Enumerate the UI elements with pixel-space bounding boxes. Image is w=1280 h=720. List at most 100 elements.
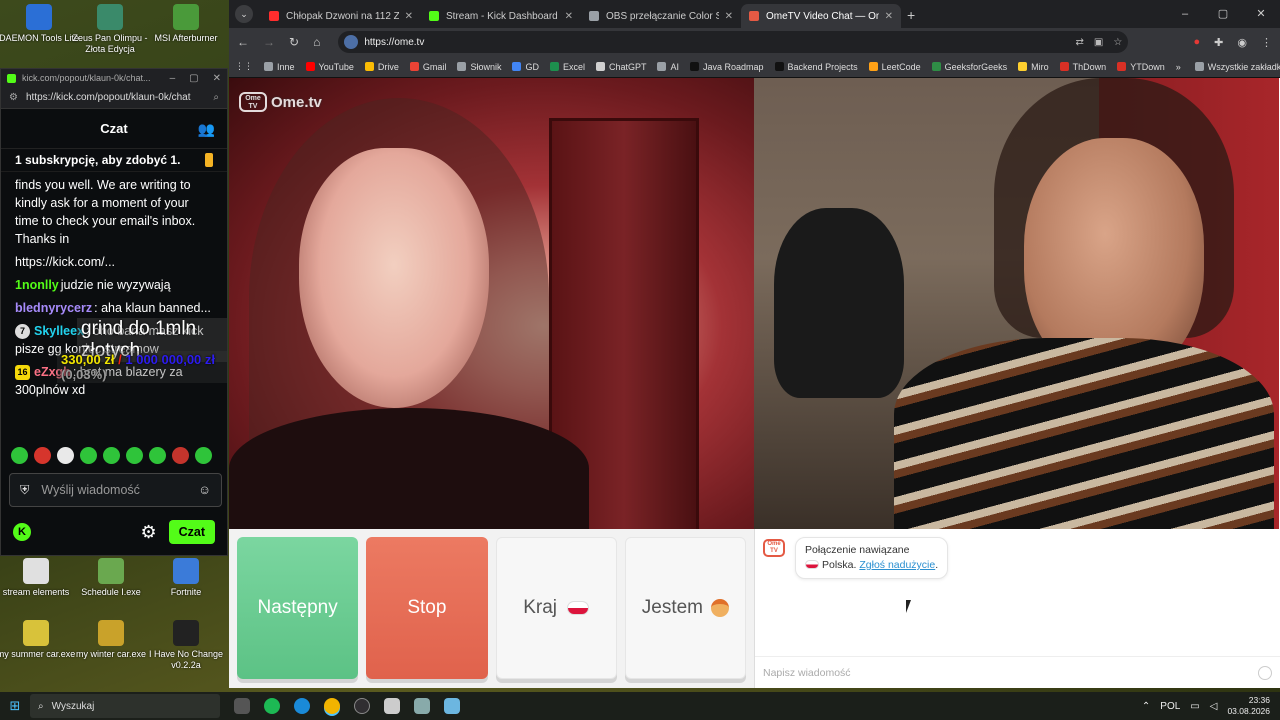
chrome-icon[interactable] [324, 698, 340, 714]
shield-icon[interactable]: ⛨ [20, 483, 29, 498]
minimize-icon[interactable]: – [170, 73, 176, 84]
taskbar-search[interactable]: ⌕ Wyszukaj [30, 694, 220, 718]
bookmark-item[interactable]: ThDown [1059, 62, 1106, 72]
kick-window-titlebar[interactable]: kick.com/popout/klaun-0k/chat... – ▢ ✕ [1, 69, 227, 87]
bookmark-item[interactable]: AI [657, 62, 679, 72]
desktop-icon[interactable]: my winter car.exe [71, 620, 151, 660]
emoji-icon[interactable]: ☺ [198, 483, 211, 497]
tray-chevron-icon[interactable]: ⌃ [1142, 701, 1150, 712]
clock[interactable]: 23:36 03.08.2026 [1227, 695, 1270, 717]
cast-icon[interactable]: ▣ [1094, 37, 1103, 48]
emote-icon[interactable] [80, 447, 97, 464]
emote-icon[interactable] [34, 447, 51, 464]
send-chat-button[interactable]: Czat [168, 520, 215, 544]
forward-icon[interactable]: → [263, 35, 275, 49]
emote-icon[interactable] [11, 447, 28, 464]
emote-icon[interactable] [57, 447, 74, 464]
emote-icon[interactable] [126, 447, 143, 464]
edge-icon[interactable] [294, 698, 310, 714]
bookmark-item[interactable]: Drive [364, 62, 399, 72]
close-icon[interactable]: ✕ [1242, 0, 1280, 28]
zoom-icon[interactable]: ⌕ [213, 92, 219, 103]
emote-icon[interactable] [172, 447, 189, 464]
browser-tab[interactable]: Stream - Kick Dashboard ✕ [421, 4, 581, 28]
desktop-icon[interactable]: I Have No Change v0.2.2a [146, 620, 226, 671]
bookmark-item[interactable]: GD [512, 62, 539, 72]
profile-avatar-icon[interactable]: ◉ [1237, 36, 1247, 49]
bookmark-item[interactable]: Gmail [409, 62, 446, 72]
emote-icon[interactable] [195, 447, 212, 464]
bookmark-item[interactable]: Miro [1018, 62, 1049, 72]
spotify-icon[interactable] [264, 698, 280, 714]
minimize-icon[interactable]: – [1166, 0, 1204, 28]
home-icon[interactable]: ⌂ [313, 35, 320, 49]
translate-icon[interactable]: ⇄ [1076, 37, 1084, 48]
desktop-icon[interactable]: MSI Afterburner [146, 4, 226, 44]
apps-icon[interactable]: ⋮⋮ [235, 61, 253, 72]
star-icon[interactable]: ☆ [1113, 37, 1122, 48]
gear-icon[interactable]: ⚙ [140, 522, 156, 543]
close-icon[interactable]: ✕ [213, 73, 221, 84]
kick-url-bar[interactable]: ⚙ https://kick.com/popout/klaun-0k/chat … [1, 87, 227, 109]
bookmark-item[interactable]: Backend Projects [774, 62, 858, 72]
ometv-chat-input[interactable]: Napisz wiadomość [755, 656, 1280, 688]
site-settings-icon[interactable]: ⚙ [9, 92, 18, 103]
bookmark-item[interactable]: Java Roadmap [690, 62, 764, 72]
bookmark-item[interactable]: Inne [264, 62, 295, 72]
back-icon[interactable]: ← [237, 35, 249, 49]
emote-icon[interactable] [103, 447, 120, 464]
bookmark-item[interactable]: ChatGPT [595, 62, 646, 72]
chat-username[interactable]: 1nonlly [15, 278, 59, 292]
country-button[interactable]: Kraj [495, 537, 617, 679]
desktop-icon[interactable]: DAEMON Tools Lite [0, 4, 79, 44]
address-bar[interactable]: https://ome.tv ⇄ ▣ ☆ [338, 31, 1129, 53]
emoji-icon[interactable] [1258, 665, 1272, 680]
site-info-icon[interactable] [344, 35, 359, 49]
desktop-icon[interactable]: Zeus Pan Olimpu - Złota Edycja [70, 4, 150, 55]
gender-button[interactable]: Jestem [624, 537, 746, 679]
volume-icon[interactable]: ◁ [1210, 701, 1218, 712]
bookmark-item[interactable]: YTDown [1117, 62, 1165, 72]
emote-icon[interactable] [149, 447, 166, 464]
network-icon[interactable]: ▭ [1190, 701, 1199, 712]
start-icon[interactable]: ⊞ [0, 698, 30, 714]
stop-button[interactable]: Stop [366, 537, 488, 679]
bookmark-item[interactable]: Excel [549, 62, 585, 72]
app-icon[interactable] [414, 698, 430, 714]
next-button[interactable]: Następny [237, 537, 359, 679]
desktop-icon[interactable]: my summer car.exe [0, 620, 76, 660]
close-icon[interactable]: ✕ [405, 11, 413, 22]
app-icon[interactable] [444, 698, 460, 714]
bookmark-item[interactable]: Słownik [457, 62, 501, 72]
bookmark-item[interactable]: LeetCode [868, 62, 921, 72]
chat-username[interactable]: blednyrycerz [15, 301, 92, 315]
bookmark-item[interactable]: YouTube [305, 62, 354, 72]
desktop-icon[interactable]: Schedule I.exe [71, 558, 151, 598]
chat-input[interactable]: ⛨ Wyślij wiadomość ☺ [9, 473, 222, 507]
tab-search-icon[interactable]: ⌄ [235, 5, 253, 23]
app-icon[interactable] [384, 698, 400, 714]
task-view-icon[interactable] [234, 698, 250, 714]
extension-icon[interactable]: ● [1194, 36, 1201, 49]
new-tab-button[interactable]: + [907, 7, 915, 23]
bookmark-item[interactable]: GeeksforGeeks [931, 62, 1007, 72]
close-icon[interactable]: ✕ [725, 11, 733, 22]
obs-icon[interactable] [354, 698, 370, 714]
browser-tab[interactable]: Chłopak Dzwoni na 112 Że Kto... ✕ [261, 4, 421, 28]
reload-icon[interactable]: ↻ [289, 35, 299, 49]
desktop-icon[interactable]: Fortnite [146, 558, 226, 598]
browser-tab[interactable]: OmeTV Video Chat — Ome... ✕ [741, 4, 901, 28]
report-abuse-link[interactable]: Zgłoś nadużycie [859, 559, 935, 571]
language-indicator[interactable]: POL [1160, 701, 1180, 712]
users-icon[interactable]: 👥 [198, 121, 215, 138]
maximize-icon[interactable]: ▢ [1204, 0, 1242, 28]
menu-icon[interactable]: ⋮ [1261, 36, 1272, 49]
desktop-icon[interactable]: stream elements [0, 558, 76, 598]
browser-tab[interactable]: OBS przełączanie Color Source ✕ [581, 4, 741, 28]
puzzle-icon[interactable]: ✚ [1214, 36, 1223, 49]
close-icon[interactable]: ✕ [565, 11, 573, 22]
close-icon[interactable]: ✕ [885, 11, 893, 22]
all-bookmarks-folder[interactable]: Wszystkie zakładki [1194, 62, 1280, 72]
bookmarks-more-button[interactable]: » [1176, 62, 1181, 72]
maximize-icon[interactable]: ▢ [189, 73, 198, 84]
